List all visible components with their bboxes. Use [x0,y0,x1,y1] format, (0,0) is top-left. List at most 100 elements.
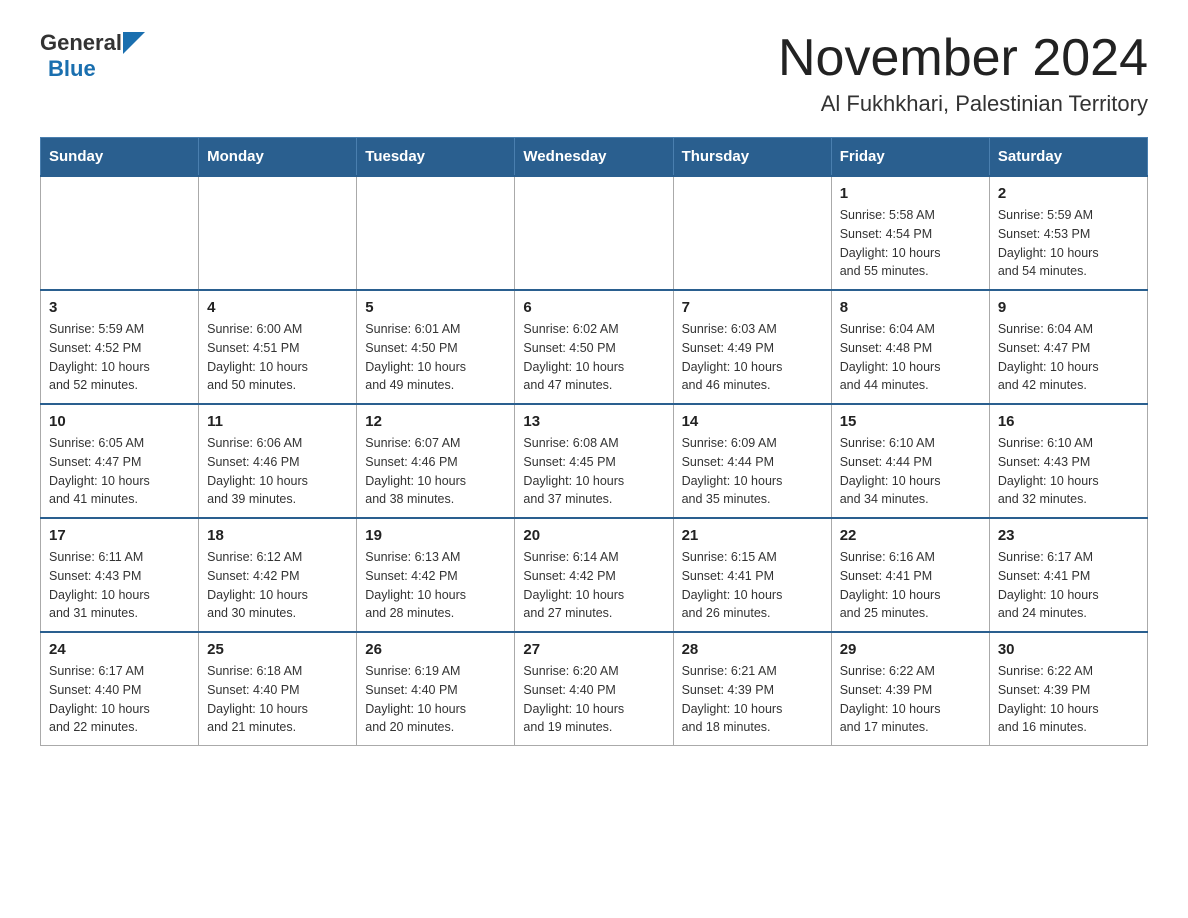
weekday-header-saturday: Saturday [989,138,1147,177]
day-info: Sunrise: 6:22 AM Sunset: 4:39 PM Dayligh… [840,662,981,737]
day-number: 24 [49,641,190,658]
day-info: Sunrise: 6:15 AM Sunset: 4:41 PM Dayligh… [682,548,823,623]
weekday-header-row: SundayMondayTuesdayWednesdayThursdayFrid… [41,138,1148,177]
day-number: 15 [840,413,981,430]
day-number: 27 [523,641,664,658]
day-info: Sunrise: 6:01 AM Sunset: 4:50 PM Dayligh… [365,320,506,395]
day-cell: 30 Sunrise: 6:22 AM Sunset: 4:39 PM Dayli… [989,632,1147,746]
day-info: Sunrise: 6:05 AM Sunset: 4:47 PM Dayligh… [49,434,190,509]
day-cell: 14 Sunrise: 6:09 AM Sunset: 4:44 PM Dayli… [673,404,831,518]
day-cell [199,176,357,290]
day-number: 1 [840,185,981,202]
weekday-header-sunday: Sunday [41,138,199,177]
day-number: 26 [365,641,506,658]
weekday-header-wednesday: Wednesday [515,138,673,177]
day-number: 9 [998,299,1139,316]
day-cell: 1 Sunrise: 5:58 AM Sunset: 4:54 PM Daylig… [831,176,989,290]
day-info: Sunrise: 6:22 AM Sunset: 4:39 PM Dayligh… [998,662,1139,737]
day-cell: 4 Sunrise: 6:00 AM Sunset: 4:51 PM Daylig… [199,290,357,404]
week-row-5: 24Sunrise: 6:17 AM Sunset: 4:40 PM Dayli… [41,632,1148,746]
day-number: 21 [682,527,823,544]
week-row-4: 17 Sunrise: 6:11 AM Sunset: 4:43 PM Dayli… [41,518,1148,632]
day-cell [515,176,673,290]
day-info: Sunrise: 6:13 AM Sunset: 4:42 PM Dayligh… [365,548,506,623]
day-info: Sunrise: 6:10 AM Sunset: 4:43 PM Dayligh… [998,434,1139,509]
day-number: 12 [365,413,506,430]
day-number: 4 [207,299,348,316]
day-cell: 15 Sunrise: 6:10 AM Sunset: 4:44 PM Dayli… [831,404,989,518]
day-cell: 28Sunrise: 6:21 AM Sunset: 4:39 PM Dayli… [673,632,831,746]
day-number: 3 [49,299,190,316]
day-info: Sunrise: 6:02 AM Sunset: 4:50 PM Dayligh… [523,320,664,395]
day-number: 30 [998,641,1139,658]
weekday-header-friday: Friday [831,138,989,177]
weekday-header-tuesday: Tuesday [357,138,515,177]
day-number: 25 [207,641,348,658]
day-info: Sunrise: 6:12 AM Sunset: 4:42 PM Dayligh… [207,548,348,623]
day-cell: 12 Sunrise: 6:07 AM Sunset: 4:46 PM Dayli… [357,404,515,518]
weekday-header-thursday: Thursday [673,138,831,177]
day-cell: 11 Sunrise: 6:06 AM Sunset: 4:46 PM Dayli… [199,404,357,518]
day-cell: 7 Sunrise: 6:03 AM Sunset: 4:49 PM Daylig… [673,290,831,404]
day-cell: 9Sunrise: 6:04 AM Sunset: 4:47 PM Daylig… [989,290,1147,404]
day-number: 22 [840,527,981,544]
week-row-1: 1 Sunrise: 5:58 AM Sunset: 4:54 PM Daylig… [41,176,1148,290]
day-info: Sunrise: 6:10 AM Sunset: 4:44 PM Dayligh… [840,434,981,509]
day-number: 14 [682,413,823,430]
day-cell: 22 Sunrise: 6:16 AM Sunset: 4:41 PM Dayli… [831,518,989,632]
day-info: Sunrise: 6:20 AM Sunset: 4:40 PM Dayligh… [523,662,664,737]
day-cell: 2Sunrise: 5:59 AM Sunset: 4:53 PM Daylig… [989,176,1147,290]
day-cell [673,176,831,290]
day-info: Sunrise: 6:07 AM Sunset: 4:46 PM Dayligh… [365,434,506,509]
day-number: 20 [523,527,664,544]
day-info: Sunrise: 6:03 AM Sunset: 4:49 PM Dayligh… [682,320,823,395]
day-cell: 3 Sunrise: 5:59 AM Sunset: 4:52 PM Daylig… [41,290,199,404]
day-cell: 16 Sunrise: 6:10 AM Sunset: 4:43 PM Dayli… [989,404,1147,518]
day-number: 16 [998,413,1139,430]
day-number: 2 [998,185,1139,202]
calendar-table: SundayMondayTuesdayWednesdayThursdayFrid… [40,137,1148,746]
day-info: Sunrise: 6:16 AM Sunset: 4:41 PM Dayligh… [840,548,981,623]
day-info: Sunrise: 5:59 AM Sunset: 4:52 PM Dayligh… [49,320,190,395]
day-cell: 10Sunrise: 6:05 AM Sunset: 4:47 PM Dayli… [41,404,199,518]
day-number: 7 [682,299,823,316]
day-cell: 5 Sunrise: 6:01 AM Sunset: 4:50 PM Daylig… [357,290,515,404]
page-header: General Blue November 2024 Al Fukhkhari,… [40,30,1148,117]
day-number: 11 [207,413,348,430]
day-cell: 6 Sunrise: 6:02 AM Sunset: 4:50 PM Daylig… [515,290,673,404]
day-info: Sunrise: 6:08 AM Sunset: 4:45 PM Dayligh… [523,434,664,509]
logo-blue-text: Blue [48,56,96,82]
day-cell: 24Sunrise: 6:17 AM Sunset: 4:40 PM Dayli… [41,632,199,746]
day-number: 29 [840,641,981,658]
day-info: Sunrise: 6:18 AM Sunset: 4:40 PM Dayligh… [207,662,348,737]
day-info: Sunrise: 5:58 AM Sunset: 4:54 PM Dayligh… [840,206,981,281]
day-number: 17 [49,527,190,544]
day-cell: 8Sunrise: 6:04 AM Sunset: 4:48 PM Daylig… [831,290,989,404]
day-info: Sunrise: 6:00 AM Sunset: 4:51 PM Dayligh… [207,320,348,395]
day-number: 23 [998,527,1139,544]
logo-icon [123,32,145,54]
day-cell [357,176,515,290]
day-cell: 19 Sunrise: 6:13 AM Sunset: 4:42 PM Dayli… [357,518,515,632]
month-title: November 2024 [778,30,1148,87]
day-info: Sunrise: 6:21 AM Sunset: 4:39 PM Dayligh… [682,662,823,737]
day-number: 18 [207,527,348,544]
week-row-2: 3 Sunrise: 5:59 AM Sunset: 4:52 PM Daylig… [41,290,1148,404]
day-info: Sunrise: 6:11 AM Sunset: 4:43 PM Dayligh… [49,548,190,623]
day-cell [41,176,199,290]
day-number: 6 [523,299,664,316]
day-number: 13 [523,413,664,430]
day-number: 19 [365,527,506,544]
day-cell: 26 Sunrise: 6:19 AM Sunset: 4:40 PM Dayli… [357,632,515,746]
day-info: Sunrise: 6:09 AM Sunset: 4:44 PM Dayligh… [682,434,823,509]
weekday-header-monday: Monday [199,138,357,177]
day-cell: 18 Sunrise: 6:12 AM Sunset: 4:42 PM Dayli… [199,518,357,632]
day-info: Sunrise: 6:19 AM Sunset: 4:40 PM Dayligh… [365,662,506,737]
day-number: 5 [365,299,506,316]
title-area: November 2024 Al Fukhkhari, Palestinian … [778,30,1148,117]
location-title: Al Fukhkhari, Palestinian Territory [778,91,1148,117]
day-cell: 23Sunrise: 6:17 AM Sunset: 4:41 PM Dayli… [989,518,1147,632]
logo: General Blue [40,30,145,82]
day-cell: 20Sunrise: 6:14 AM Sunset: 4:42 PM Dayli… [515,518,673,632]
day-info: Sunrise: 6:06 AM Sunset: 4:46 PM Dayligh… [207,434,348,509]
